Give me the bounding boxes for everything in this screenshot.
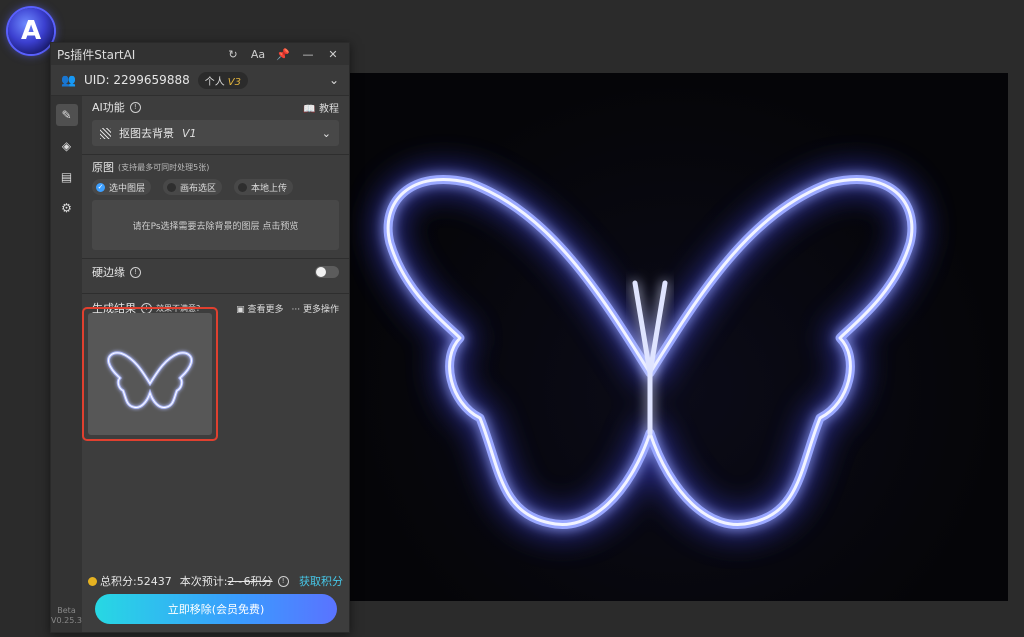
cutout-icon	[100, 127, 111, 139]
selected-function: 抠图去背景	[119, 127, 174, 140]
version-label: V0.25.3	[51, 616, 82, 625]
total-points: 总积分:52437	[100, 575, 172, 588]
source-option-label: 本地上传	[251, 183, 288, 194]
toggle-knob	[316, 267, 326, 277]
divider	[82, 154, 349, 155]
minimize-icon[interactable]: —	[298, 48, 318, 61]
info-icon[interactable]: !	[277, 575, 289, 587]
ai-function-header: AI功能 ! 📖 教程	[82, 98, 349, 116]
brush-icon[interactable]: ✎	[55, 104, 78, 126]
radio-icon	[238, 182, 248, 192]
source-option-label: 选中图层	[109, 183, 146, 194]
estimate-label: 本次预计:	[179, 575, 228, 588]
more-actions-label: 更多操作	[302, 304, 339, 315]
user-bar[interactable]: 👥 UID: 2299659888 个人 V3 ⌄	[51, 65, 349, 96]
source-option-local-upload[interactable]: 本地上传	[234, 179, 294, 195]
hard-edge-row: 硬边缘 !	[82, 259, 349, 285]
source-option-selected-layer[interactable]: ✓ 选中图层	[92, 179, 152, 195]
dropzone-text: 请在Ps选择需要去除背景的图层 点击预览	[132, 221, 299, 232]
panel-title: Ps插件StartAI	[57, 47, 136, 62]
chevron-down-icon: ⌄	[321, 126, 331, 140]
close-icon[interactable]: ✕	[323, 48, 343, 61]
hard-edge-label: 硬边缘	[92, 266, 125, 279]
layers-icon[interactable]: ◈	[56, 135, 78, 157]
result-thumbnail-highlight	[82, 307, 218, 441]
view-more-label: 查看更多	[247, 304, 284, 315]
radio-icon	[167, 182, 177, 192]
source-option-canvas-selection[interactable]: 画布选区	[163, 179, 223, 195]
plan-version: V3	[227, 76, 241, 88]
version-info: Beta V0.25.3	[51, 606, 82, 626]
pin-icon[interactable]: 📌	[273, 48, 293, 61]
chevron-down-icon[interactable]: ⌄	[329, 73, 339, 87]
check-icon: ✓	[96, 182, 105, 192]
hard-edge-toggle[interactable]	[315, 266, 339, 278]
preview-dropzone[interactable]: 请在Ps选择需要去除背景的图层 点击预览	[92, 200, 339, 250]
plan-badge: 个人 V3	[197, 71, 248, 89]
font-size-icon[interactable]: Aa	[248, 48, 268, 61]
ai-function-label: AI功能	[92, 101, 125, 114]
book-icon: 📖	[303, 103, 316, 115]
get-points-link[interactable]: 获取积分	[299, 573, 343, 589]
butterfly-thumbnail-image	[107, 351, 193, 409]
users-icon: 👥	[61, 73, 76, 87]
more-icon: ···	[291, 304, 301, 315]
more-actions-link[interactable]: ··· 更多操作	[292, 302, 339, 315]
function-version: V1	[182, 126, 197, 140]
refresh-icon[interactable]: ↻	[223, 48, 243, 61]
save-icon[interactable]: ▤	[56, 166, 78, 188]
points-line: 总积分:52437 本次预计: 2~6积分 ! 获取积分	[88, 573, 343, 589]
source-options: ✓ 选中图层 画布选区 本地上传	[82, 179, 349, 195]
source-option-label: 画布选区	[180, 183, 217, 194]
info-icon[interactable]: !	[130, 266, 141, 278]
user-uid: UID: 2299659888	[83, 73, 190, 87]
tool-sidebar: ✎ ◈ ▤ ⚙ Beta V0.25.3	[51, 96, 82, 632]
remove-now-button[interactable]: 立即移除(会员免费)	[95, 594, 337, 624]
gear-icon[interactable]: ⚙	[56, 197, 78, 219]
plan-label: 个人	[204, 76, 225, 88]
gallery-icon: ▣	[236, 304, 245, 315]
estimate-value: 2~6积分	[227, 575, 273, 588]
tutorial-label: 教程	[319, 103, 339, 115]
tutorial-link[interactable]: 📖 教程	[303, 100, 339, 115]
butterfly-image	[373, 164, 927, 540]
panel-content: AI功能 ! 📖 教程 抠图去背景 V1 ⌄ 原图 (支持最多可同时处理5张) …	[82, 96, 349, 632]
ai-function-select[interactable]: 抠图去背景 V1 ⌄	[92, 120, 339, 146]
startai-plugin-panel: Ps插件StartAI ↻ Aa 📌 — ✕ 👥 UID: 2299659888…	[50, 42, 350, 633]
beta-label: Beta	[57, 606, 76, 615]
source-header: 原图 (支持最多可同时处理5张)	[82, 159, 349, 175]
result-thumbnail[interactable]	[88, 313, 212, 435]
info-icon[interactable]: !	[129, 101, 141, 113]
source-note: (支持最多可同时处理5张)	[118, 162, 210, 172]
coin-icon	[88, 576, 97, 586]
panel-titlebar[interactable]: Ps插件StartAI ↻ Aa 📌 — ✕	[51, 43, 349, 65]
view-more-link[interactable]: ▣ 查看更多	[236, 302, 283, 315]
divider	[82, 293, 349, 294]
document-canvas	[350, 73, 1008, 601]
source-label: 原图	[92, 161, 114, 174]
app-logo[interactable]: A	[8, 8, 54, 54]
